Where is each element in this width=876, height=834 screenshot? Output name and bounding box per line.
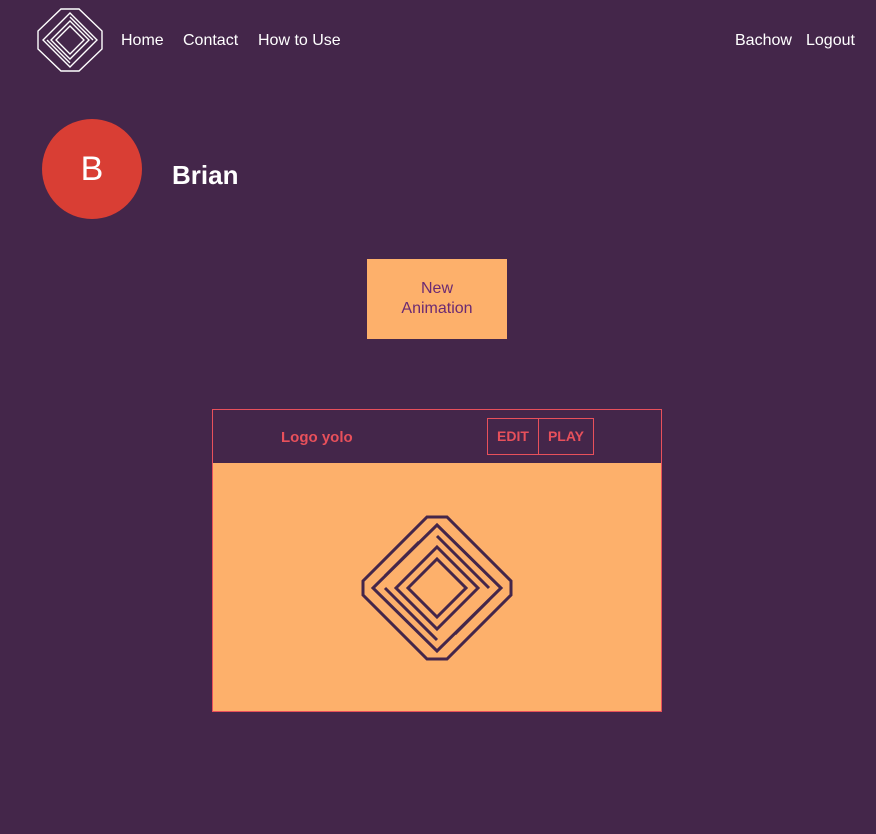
new-animation-button[interactable]: New Animation <box>367 259 507 339</box>
animation-title: Logo yolo <box>281 429 353 446</box>
nav-link-username[interactable]: Bachow <box>735 31 792 51</box>
edit-button[interactable]: EDIT <box>487 418 539 455</box>
profile-name: Brian <box>172 160 239 190</box>
diamond-logo-icon <box>361 515 513 661</box>
nav-link-home[interactable]: Home <box>121 31 164 51</box>
top-nav: Home Contact How to Use Bachow Logout <box>0 0 876 80</box>
nav-link-contact[interactable]: Contact <box>183 31 238 51</box>
animation-preview[interactable] <box>213 463 661 711</box>
animation-card: Logo yolo EDIT PLAY <box>212 409 662 712</box>
play-button[interactable]: PLAY <box>538 418 594 455</box>
nav-link-how-to-use[interactable]: How to Use <box>258 31 341 51</box>
diamond-logo-icon[interactable] <box>37 8 103 72</box>
nav-link-logout[interactable]: Logout <box>806 31 855 51</box>
avatar: B <box>42 119 142 219</box>
